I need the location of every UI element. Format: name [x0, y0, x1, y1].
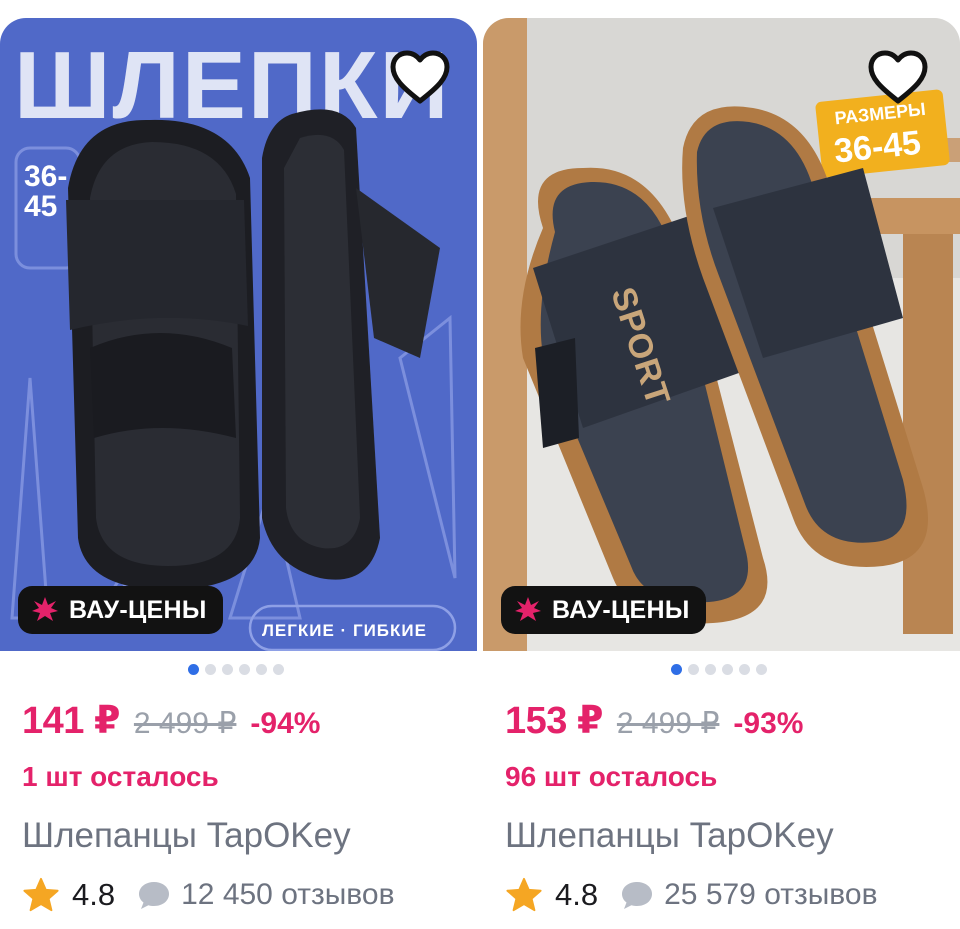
- product-title[interactable]: Шлепанцы TapOKey: [505, 816, 834, 856]
- carousel-dot[interactable]: [273, 664, 284, 675]
- carousel-dot[interactable]: [705, 664, 716, 675]
- carousel-indicator: [671, 664, 767, 675]
- carousel-dot[interactable]: [756, 664, 767, 675]
- product-image[interactable]: ШЛЕПКИ 36- 45 ЛЕГКИЕ · ГИБКИЕ: [0, 18, 477, 651]
- svg-text:45: 45: [24, 190, 57, 223]
- promo-badge[interactable]: ВАУ-ЦЕНЫ: [18, 586, 223, 634]
- price-row: 141 ₽ 2 499 ₽ -94%: [22, 698, 320, 743]
- discount-percent: -94%: [250, 707, 321, 740]
- heart-outline-icon: [390, 50, 450, 104]
- rating-row: 4.8 25 579 отзывов: [505, 876, 878, 914]
- product-title[interactable]: Шлепанцы TapOKey: [22, 816, 351, 856]
- reviews-count[interactable]: 12 450 отзывов: [181, 878, 394, 912]
- chat-bubble-icon: [622, 882, 653, 909]
- carousel-dot[interactable]: [688, 664, 699, 675]
- stock-left: 1 шт осталось: [22, 761, 219, 792]
- favorite-button[interactable]: [864, 44, 932, 112]
- svg-text:ЛЕГКИЕ · ГИБКИЕ: ЛЕГКИЕ · ГИБКИЕ: [262, 621, 427, 640]
- svg-text:36-: 36-: [24, 160, 67, 193]
- burst-icon: [513, 595, 543, 625]
- carousel-dot[interactable]: [671, 664, 682, 675]
- product-card[interactable]: ШЛЕПКИ 36- 45 ЛЕГКИЕ · ГИБКИЕ ВАУ-ЦЕНЫ 1…: [0, 0, 477, 929]
- product-card[interactable]: РАЗМЕРЫ 36-45 SPORT ВАУ-ЦЕНЫ 153 ₽ 2 499…: [483, 0, 960, 929]
- rating-value: 4.8: [555, 877, 599, 912]
- burst-icon: [30, 595, 60, 625]
- stock-left: 96 шт осталось: [505, 761, 718, 792]
- discount-percent: -93%: [733, 707, 804, 740]
- carousel-dot[interactable]: [188, 664, 199, 675]
- carousel-dot[interactable]: [739, 664, 750, 675]
- carousel-dot[interactable]: [256, 664, 267, 675]
- current-price: 141 ₽: [22, 700, 120, 742]
- heart-outline-icon: [868, 50, 928, 104]
- promo-badge[interactable]: ВАУ-ЦЕНЫ: [501, 586, 706, 634]
- price-row: 153 ₽ 2 499 ₽ -93%: [505, 698, 803, 743]
- carousel-indicator: [188, 664, 284, 675]
- chat-bubble-icon: [139, 882, 170, 909]
- old-price: 2 499 ₽: [133, 707, 237, 740]
- current-price: 153 ₽: [505, 700, 603, 742]
- carousel-dot[interactable]: [222, 664, 233, 675]
- badge-label: ВАУ-ЦЕНЫ: [552, 595, 690, 624]
- favorite-button[interactable]: [386, 44, 454, 112]
- reviews-count[interactable]: 25 579 отзывов: [664, 878, 877, 912]
- rating-row: 4.8 12 450 отзывов: [22, 876, 395, 914]
- carousel-dot[interactable]: [239, 664, 250, 675]
- old-price: 2 499 ₽: [616, 707, 720, 740]
- star-icon: [23, 877, 59, 912]
- carousel-dot[interactable]: [205, 664, 216, 675]
- star-icon: [506, 877, 542, 912]
- rating-value: 4.8: [72, 877, 116, 912]
- product-image[interactable]: РАЗМЕРЫ 36-45 SPORT: [483, 18, 960, 651]
- carousel-dot[interactable]: [722, 664, 733, 675]
- badge-label: ВАУ-ЦЕНЫ: [69, 595, 207, 624]
- image-headline: ШЛЕПКИ: [14, 32, 450, 139]
